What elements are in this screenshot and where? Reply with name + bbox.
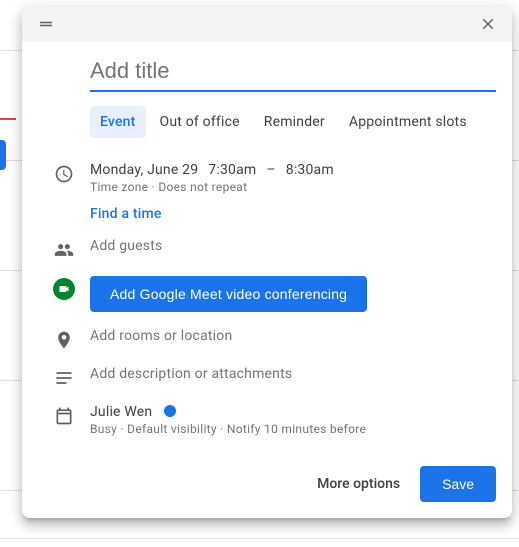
current-time-indicator — [0, 118, 16, 120]
datetime-row: Monday, June 29 7:30am – 8:30am Time zon… — [38, 162, 496, 194]
dash: – — [266, 162, 275, 178]
description-icon — [38, 366, 90, 388]
find-time-link[interactable]: Find a time — [90, 206, 162, 222]
event-block-fragment — [0, 140, 6, 170]
close-icon[interactable] — [474, 10, 502, 38]
people-icon — [38, 238, 90, 260]
find-time-row: Find a time — [38, 206, 496, 222]
calendar-owner-row: Julie Wen Busy · Default visibility · No… — [38, 404, 496, 436]
dialog-header — [22, 6, 512, 42]
dialog-body: Event Out of office Reminder Appointment… — [22, 42, 512, 452]
add-description-field[interactable]: Add description or attachments — [90, 366, 292, 382]
spacer — [38, 206, 90, 208]
save-button[interactable]: Save — [420, 466, 496, 502]
event-type-tabs: Event Out of office Reminder Appointment… — [90, 106, 496, 138]
event-start-time[interactable]: 7:30am — [208, 162, 256, 178]
event-date[interactable]: Monday, June 29 — [90, 162, 198, 178]
calendar-icon — [38, 404, 90, 426]
tab-out-of-office[interactable]: Out of office — [150, 106, 250, 138]
add-guests-field[interactable]: Add guests — [90, 238, 162, 254]
owner-name: Julie Wen — [90, 404, 152, 420]
meet-row: Add Google Meet video conferencing — [38, 276, 496, 312]
add-meet-button[interactable]: Add Google Meet video conferencing — [90, 276, 367, 312]
guests-row: Add guests — [38, 238, 496, 260]
event-end-time[interactable]: 8:30am — [286, 162, 334, 178]
datetime-content[interactable]: Monday, June 29 7:30am – 8:30am Time zon… — [90, 162, 496, 194]
more-options-button[interactable]: More options — [317, 476, 400, 492]
tab-reminder[interactable]: Reminder — [254, 106, 335, 138]
tab-event[interactable]: Event — [90, 106, 146, 138]
dialog-footer: More options Save — [22, 452, 512, 518]
add-location-field[interactable]: Add rooms or location — [90, 328, 232, 344]
grid-line — [0, 538, 519, 539]
clock-icon — [38, 162, 90, 184]
event-create-dialog: Event Out of office Reminder Appointment… — [22, 6, 512, 518]
location-row: Add rooms or location — [38, 328, 496, 350]
description-row: Add description or attachments — [38, 366, 496, 388]
owner-subtext: Busy · Default visibility · Notify 10 mi… — [90, 422, 496, 436]
meet-icon — [38, 276, 90, 300]
owner-color-dot[interactable] — [164, 405, 176, 417]
drag-handle-icon[interactable] — [32, 10, 60, 38]
location-icon — [38, 328, 90, 350]
title-input[interactable] — [90, 54, 496, 92]
owner-content[interactable]: Julie Wen Busy · Default visibility · No… — [90, 404, 496, 436]
tab-appointment-slots[interactable]: Appointment slots — [339, 106, 477, 138]
datetime-subtext[interactable]: Time zone · Does not repeat — [90, 180, 496, 194]
